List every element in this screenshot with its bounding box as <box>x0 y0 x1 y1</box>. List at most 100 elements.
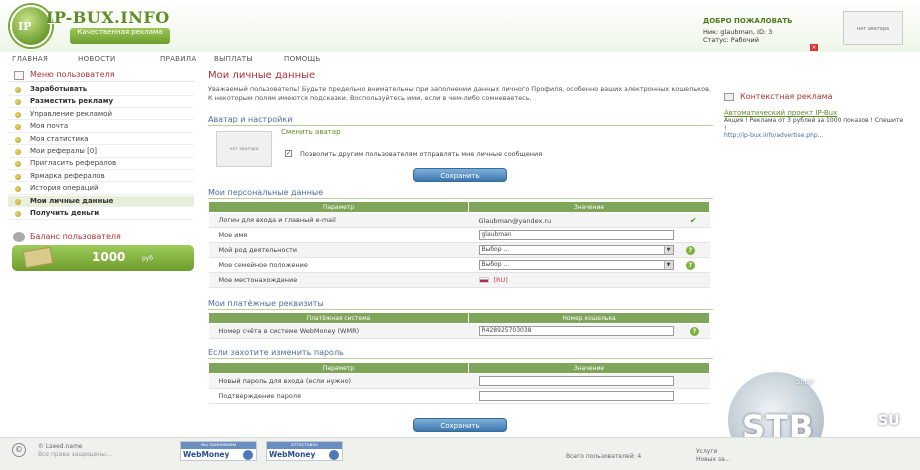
logo-text: IP-BUX.INFO <box>46 8 170 27</box>
personal-table: Параметр Значение Логин для входа и глав… <box>208 201 710 288</box>
sidebar-item[interactable]: Мои рефералы [0] <box>8 146 194 158</box>
ad-link[interactable]: http://ip-bux.info/advertise.php... <box>724 132 823 139</box>
sidebar-item[interactable]: Моя статистика <box>8 134 194 146</box>
sidebar-item[interactable]: Пригласить рефералов <box>8 158 194 170</box>
footer-new-users: Новых за... <box>696 456 731 463</box>
sidebar-item[interactable]: Моя почта <box>8 121 194 133</box>
wmr-input[interactable]: R428925703038 <box>478 326 674 336</box>
param-label: Мое имя <box>208 227 469 243</box>
wm-attested-top: аттестован <box>267 442 342 449</box>
user-info: Ник: glaubman, ID: 3 <box>703 28 773 36</box>
help-icon[interactable]: ? <box>685 246 695 255</box>
new-password-input[interactable] <box>478 376 674 386</box>
footer-copyright: © Lseed.name <box>38 443 83 450</box>
select-dropdown[interactable]: Выбор ... ▼ <box>478 245 674 255</box>
password-table: Параметр Значение Новый пароль для входа… <box>208 362 710 404</box>
bullet-icon <box>15 149 21 155</box>
logo-gear-text: IP <box>18 20 32 33</box>
site-logo[interactable]: IP IP-BUX.INFO Качественная реклама <box>10 5 200 47</box>
sidebar-item[interactable]: Управление рекламой <box>8 109 194 121</box>
sidebar-item-label: Мои рефералы [0] <box>30 147 98 155</box>
sidebar-item-label: Моя статистика <box>30 134 89 143</box>
balance-title-text: Баланс пользователя <box>30 232 121 241</box>
save-profile-button[interactable]: Сохранить <box>413 418 507 432</box>
param-value: Glaubman@yandex.ru ✔ <box>468 212 710 228</box>
sidebar-item[interactable]: Разместить рекламу <box>8 96 194 108</box>
payment-table: Платёжная система Номер кошелька Номер с… <box>208 312 710 339</box>
help-icon[interactable]: ? <box>690 327 700 336</box>
user-status: Статус: Рабочий <box>703 36 759 44</box>
sidebar-item-label: Управление рекламой <box>30 109 112 118</box>
sidebar-item-label: Пригласить рефералов <box>30 159 117 168</box>
table-row: Подтверждение пароля <box>208 388 710 404</box>
wallet-icon <box>13 232 25 242</box>
param-label: Мой род деятельности <box>208 242 469 258</box>
allow-messages-checkbox[interactable]: ✓ <box>285 150 292 157</box>
chevron-down-icon[interactable]: ▼ <box>663 246 673 254</box>
change-avatar-link[interactable]: Сменить аватар <box>281 128 341 136</box>
wm-attested-bottom: WebMoney <box>269 450 316 459</box>
table-row: Мое семейное положение Выбор ... ▼ ? <box>208 257 710 273</box>
bullet-icon <box>15 124 21 131</box>
page-title: Мои личные данные <box>208 70 316 81</box>
sidebar-item[interactable]: Ярмарка рефералов <box>8 171 194 183</box>
sidebar-item[interactable]: Получить деньги <box>8 208 194 220</box>
password-section-title: Если захотите изменить пароль <box>208 348 713 359</box>
nav-help[interactable]: ПОМОЩЬ <box>284 55 321 63</box>
nav-home[interactable]: ГЛАВНАЯ <box>12 55 48 63</box>
col-system: Платёжная система <box>208 312 469 324</box>
webmoney-accept-badge[interactable]: мы принимаем WebMoney <box>180 441 257 461</box>
nav-news[interactable]: НОВОСТИ <box>78 55 116 63</box>
watermark-shop: Shop <box>796 378 814 386</box>
bullet-icon <box>15 136 21 143</box>
ad-headline[interactable]: Автоматический проект IP-Bux <box>724 109 837 117</box>
param-label: Мое семейное положение <box>208 257 469 273</box>
context-ads-title: Контекстная реклама <box>724 92 833 101</box>
globe-icon <box>329 450 339 460</box>
sidebar-item[interactable]: История операций <box>8 183 194 195</box>
select-dropdown[interactable]: Выбор ... ▼ <box>478 260 674 270</box>
sidebar-item-label: История операций <box>30 184 99 193</box>
logout-icon[interactable]: × <box>810 44 818 51</box>
sidebar-item-label: Получить деньги <box>30 209 100 217</box>
select-value: Выбор ... <box>481 246 510 253</box>
select-value: Выбор ... <box>481 261 510 268</box>
sidebar-item[interactable]: Мои личные данные <box>8 195 194 208</box>
help-icon[interactable]: ? <box>685 261 695 270</box>
col-value: Значение <box>468 201 710 213</box>
top-nav: ГЛАВНАЯ НОВОСТИ ПРАВИЛА ВЫПЛАТЫ ПОМОЩЬ <box>0 52 920 66</box>
table-row: Мое местонахождение [RU] <box>208 272 710 288</box>
nav-rules[interactable]: ПРАВИЛА <box>160 55 196 63</box>
wallet-cell: R428925703038 ? <box>468 323 710 339</box>
menu-icon <box>14 71 24 80</box>
flag-ru-icon <box>478 277 489 283</box>
footer-rights: Все права защищены... <box>38 451 112 458</box>
chevron-down-icon[interactable]: ▼ <box>663 261 673 269</box>
footer-services[interactable]: Услуги <box>696 448 717 455</box>
check-icon: ✔ <box>689 215 697 225</box>
param-value: Выбор ... ▼ ? <box>468 242 710 258</box>
name-input[interactable]: glaubman <box>478 230 674 240</box>
param-label: Мое местонахождение <box>208 272 469 288</box>
balance-title: Баланс пользователя <box>8 230 194 244</box>
avatar[interactable]: нет аватара <box>843 11 903 45</box>
welcome-text: ДОБРО ПОЖАЛОВАТЬ <box>703 17 793 25</box>
webmoney-attested-badge[interactable]: аттестован WebMoney <box>266 441 343 461</box>
wm-accept-top: мы принимаем <box>181 442 256 449</box>
confirm-password-input[interactable] <box>478 391 674 401</box>
sidebar-item-label: Мои личные данные <box>30 196 114 205</box>
balance-unit: руб <box>142 255 154 262</box>
balance-box: 1000 руб <box>12 245 194 271</box>
bullet-icon <box>15 198 21 205</box>
logo-subtitle: Качественная реклама <box>70 28 170 44</box>
globe-icon <box>243 450 253 460</box>
bullet-icon <box>15 161 21 168</box>
save-avatar-button[interactable]: Сохранить <box>413 168 507 182</box>
nav-payouts[interactable]: ВЫПЛАТЫ <box>214 55 253 63</box>
sidebar-item-label: Моя почта <box>30 122 69 131</box>
sidebar-title-text: Меню пользователя <box>30 70 115 79</box>
table-row: Номер счёта в системе WebMoney (WMR) R42… <box>208 323 710 339</box>
sidebar-item[interactable]: Заработывать <box>8 84 194 96</box>
